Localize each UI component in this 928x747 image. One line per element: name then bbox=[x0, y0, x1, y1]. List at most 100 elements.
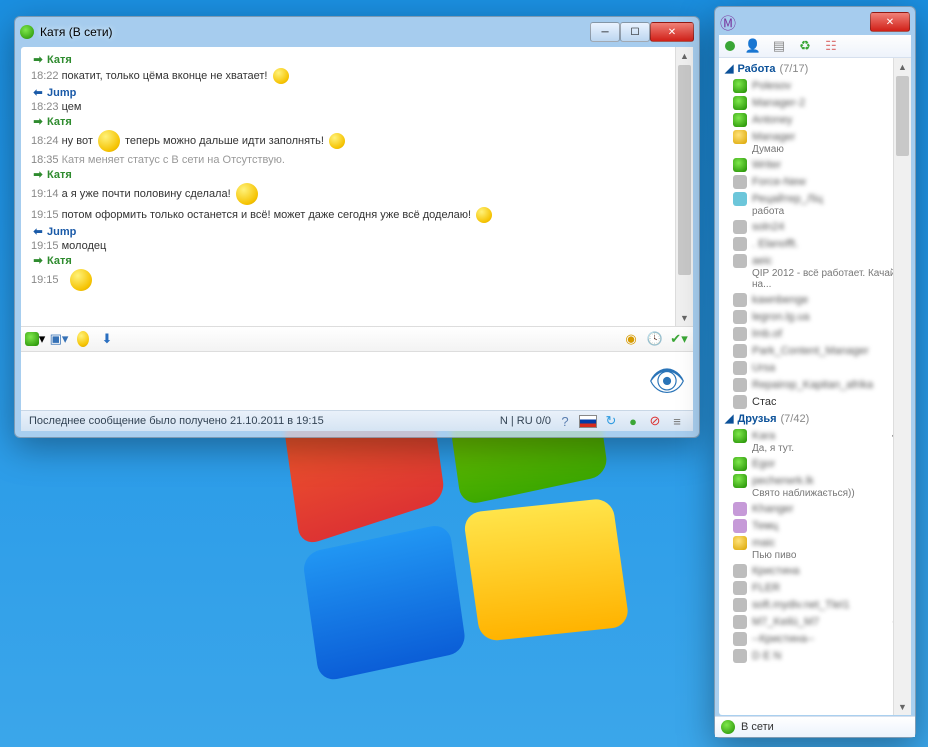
contact-item[interactable]: aeic bbox=[719, 252, 911, 269]
status-icon bbox=[733, 361, 747, 375]
sender-label: Катя bbox=[47, 255, 72, 267]
alert-icon[interactable]: ◉ bbox=[623, 331, 639, 347]
minimize-button[interactable]: ─ bbox=[590, 22, 620, 42]
contacts-titlebar[interactable]: Ⓜ ✕ bbox=[715, 7, 915, 37]
help-icon[interactable]: ? bbox=[557, 413, 573, 429]
main-status-icon[interactable] bbox=[725, 41, 735, 51]
emoji-icon bbox=[329, 133, 345, 149]
contact-item[interactable]: Repairop_Kapitan_afrika bbox=[719, 376, 911, 393]
contact-item[interactable]: Park_Content_Manager bbox=[719, 342, 911, 359]
sender-label: Катя bbox=[47, 54, 72, 66]
services-icon[interactable]: ♻ bbox=[797, 38, 813, 54]
last-message-label: Последнее сообщение было получено 21.10.… bbox=[29, 415, 324, 427]
contact-item[interactable]: Force-New bbox=[719, 173, 911, 190]
status-icon bbox=[733, 254, 747, 268]
accept-icon[interactable]: ● bbox=[625, 413, 641, 429]
contact-card-icon[interactable]: ▣▾ bbox=[51, 331, 67, 347]
refresh-icon[interactable]: ↻ bbox=[603, 413, 619, 429]
close-button[interactable]: ✕ bbox=[650, 22, 694, 42]
contact-name: M7_Keilù_М7 bbox=[752, 616, 819, 628]
expand-icon[interactable]: ≡ bbox=[669, 413, 685, 429]
contact-item[interactable]: --Кристина-- bbox=[719, 630, 911, 647]
contact-item[interactable]: . Elanofft. bbox=[719, 235, 911, 252]
chat-scrollbar[interactable]: ▲ ▼ bbox=[675, 47, 693, 326]
contact-item[interactable]: Manager-2 bbox=[719, 94, 911, 111]
contact-item[interactable]: FLER bbox=[719, 579, 911, 596]
contact-item[interactable]: Кристина bbox=[719, 562, 911, 579]
emoticon-picker-icon[interactable] bbox=[75, 331, 91, 347]
status-icon bbox=[733, 344, 747, 358]
contact-name: Стас bbox=[752, 396, 776, 408]
status-icon bbox=[733, 378, 747, 392]
lang-indicator: N | RU 0/0 bbox=[500, 415, 551, 427]
status-icon bbox=[733, 96, 747, 110]
status-picker-icon[interactable]: ▾ bbox=[27, 331, 43, 347]
app-logo-icon: Ⓜ bbox=[720, 10, 736, 34]
contact-name: Egor bbox=[752, 458, 775, 470]
contact-substatus: QIP 2012 - всё работает. Качай на... bbox=[752, 268, 911, 290]
scroll-up-button[interactable]: ▲ bbox=[894, 58, 911, 75]
maximize-button[interactable]: ☐ bbox=[620, 22, 650, 42]
contact-item[interactable]: Antoney bbox=[719, 111, 911, 128]
status-icon bbox=[733, 429, 747, 443]
contact-item[interactable]: Polesov bbox=[719, 77, 911, 94]
contact-name: Manager-2 bbox=[752, 97, 805, 109]
scroll-up-button[interactable]: ▲ bbox=[676, 47, 693, 64]
message-input[interactable] bbox=[21, 352, 641, 410]
scroll-down-button[interactable]: ▼ bbox=[894, 698, 911, 715]
contact-name: soft.mydiv.net_TleI1 bbox=[752, 599, 850, 611]
contact-item[interactable]: kawnbenge bbox=[719, 291, 911, 308]
contacts-scrollbar[interactable]: ▲ ▼ bbox=[893, 58, 911, 715]
group-work[interactable]: ◢ Работа (7/17) bbox=[719, 60, 911, 77]
contact-item[interactable]: D E N bbox=[719, 647, 911, 664]
contact-name: aeic bbox=[752, 255, 772, 267]
contact-item[interactable]: Рецайтер_Ліц🖼 bbox=[719, 190, 911, 207]
contact-list[interactable]: ◢ Работа (7/17) Polesov Manager-2 Antoney M… bbox=[719, 58, 911, 715]
contacts-statusbar[interactable]: В сети bbox=[715, 716, 915, 737]
status-icon bbox=[733, 536, 747, 550]
contact-item[interactable]: Manager bbox=[719, 128, 911, 145]
status-icon bbox=[733, 79, 747, 93]
avatar-thumbnail[interactable]: 👁 bbox=[641, 352, 693, 410]
send-check-icon[interactable]: ✔▾ bbox=[671, 331, 687, 347]
scroll-thumb[interactable] bbox=[896, 76, 909, 156]
group-friends[interactable]: ◢ Друзья (7/42) bbox=[719, 410, 911, 427]
history-icon[interactable]: 🕓 bbox=[647, 331, 663, 347]
block-icon[interactable]: ⊘ bbox=[647, 413, 663, 429]
contact-item[interactable]: M7_Keilù_М7⚫ bbox=[719, 613, 911, 630]
sender-label: Катя bbox=[47, 169, 72, 181]
scroll-down-button[interactable]: ▼ bbox=[676, 309, 693, 326]
windows-icon[interactable]: ☷ bbox=[823, 38, 839, 54]
chevron-down-icon: ◢ bbox=[725, 412, 733, 425]
chat-titlebar[interactable]: Катя (В сети) ─ ☐ ✕ bbox=[15, 17, 699, 47]
contact-item[interactable]: Khanger bbox=[719, 500, 911, 517]
contact-item[interactable]: legron.lg.ua bbox=[719, 308, 911, 325]
contact-item[interactable]: lmb.of👩 bbox=[719, 325, 911, 342]
status-icon bbox=[733, 220, 747, 234]
send-file-icon[interactable]: ⬇ bbox=[99, 331, 115, 347]
status-icon bbox=[733, 237, 747, 251]
contact-item[interactable]: soln24🖼 bbox=[719, 218, 911, 235]
status-icon bbox=[733, 175, 747, 189]
chat-window: Катя (В сети) ─ ☐ ✕ ➡Катя 18:22 покатит,… bbox=[14, 16, 700, 438]
news-icon[interactable]: ▤ bbox=[771, 38, 787, 54]
contact-item[interactable]: maic bbox=[719, 534, 911, 551]
add-contact-icon[interactable]: 👤 bbox=[745, 38, 761, 54]
contacts-window: Ⓜ ✕ 👤 ▤ ♻ ☷ ◢ Работа (7/17) Polesov Manag… bbox=[714, 6, 916, 738]
contact-item[interactable]: Writer bbox=[719, 156, 911, 173]
contact-item[interactable]: Стас bbox=[719, 393, 911, 410]
status-icon bbox=[733, 310, 747, 324]
close-button[interactable]: ✕ bbox=[870, 12, 910, 32]
contact-item[interactable]: pecherwrk.lk🧩 bbox=[719, 472, 911, 489]
contact-name: Park_Content_Manager bbox=[752, 345, 869, 357]
flag-ru-icon[interactable] bbox=[579, 415, 597, 428]
contact-substatus: работа bbox=[752, 206, 911, 217]
contact-name: Antoney bbox=[752, 114, 792, 126]
scroll-thumb[interactable] bbox=[678, 65, 691, 275]
contact-item[interactable]: Kara👁 bbox=[719, 427, 911, 444]
contact-item[interactable]: Egor📄 bbox=[719, 455, 911, 472]
contact-item[interactable]: Ursa bbox=[719, 359, 911, 376]
contact-item[interactable]: Темц bbox=[719, 517, 911, 534]
status-icon bbox=[733, 632, 747, 646]
contact-item[interactable]: soft.mydiv.net_TleI1 bbox=[719, 596, 911, 613]
